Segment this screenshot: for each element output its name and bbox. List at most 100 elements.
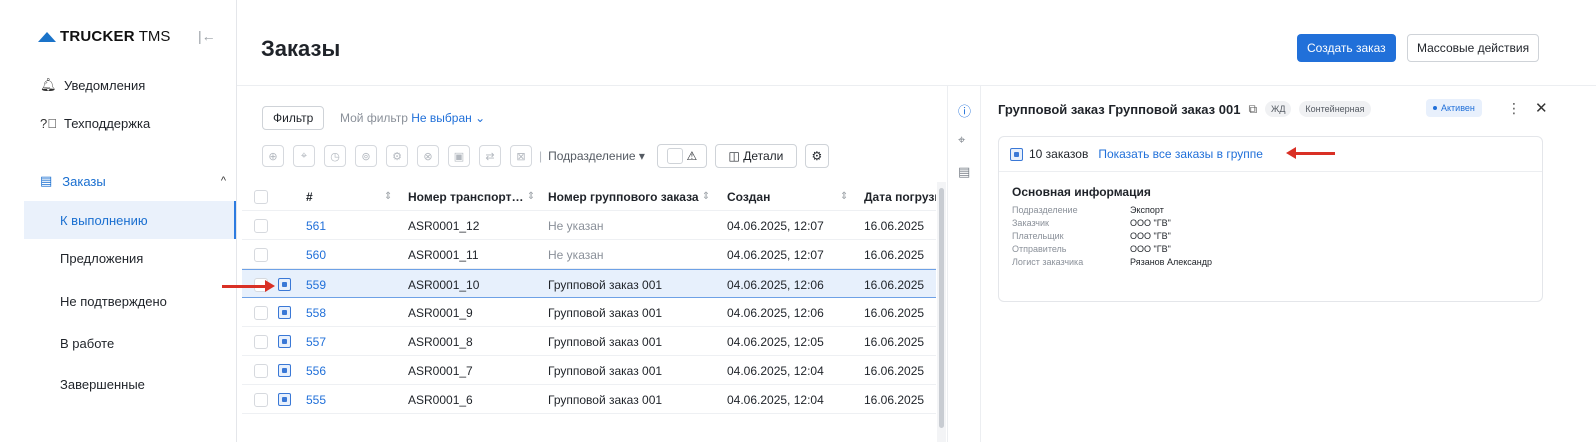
row-checkbox[interactable] bbox=[254, 334, 268, 349]
logo: TRUCKER TMS bbox=[38, 28, 170, 45]
group-order-icon bbox=[278, 306, 291, 319]
target-icon[interactable]: ⊕ bbox=[262, 145, 284, 167]
logo-mark-icon bbox=[38, 31, 56, 42]
row-checkbox[interactable] bbox=[254, 363, 268, 378]
created-date: 04.06.2025, 12:04 bbox=[727, 392, 824, 407]
row-checkbox[interactable] bbox=[254, 218, 268, 233]
column-header-label: Номер транспорт… bbox=[408, 189, 524, 204]
show-all-orders-link[interactable]: Показать все заказы в группе bbox=[1098, 147, 1263, 161]
filter-button[interactable]: Фильтр bbox=[262, 106, 325, 130]
status-badge: Активен bbox=[1426, 99, 1482, 117]
table-row[interactable]: 557 ASR0001_8 Групповой заказ 001 04.06.202… bbox=[242, 327, 936, 356]
row-checkbox[interactable] bbox=[254, 392, 268, 407]
order-number-link[interactable]: 560 bbox=[306, 240, 326, 269]
ruler-icon[interactable]: ⌖ bbox=[958, 132, 965, 148]
row-checkbox[interactable] bbox=[254, 305, 268, 320]
load-date: 16.06.2025 bbox=[864, 218, 925, 233]
select-all-checkbox[interactable] bbox=[254, 189, 268, 204]
division-dropdown[interactable]: Подразделение ▾ bbox=[548, 149, 645, 163]
created-date: 04.06.2025, 12:04 bbox=[727, 363, 824, 378]
ruler-icon[interactable]: ⌖ bbox=[293, 145, 315, 167]
create-order-button[interactable]: Создать заказ bbox=[1297, 34, 1396, 62]
columns-icon: ◫ bbox=[728, 149, 740, 163]
cancel-icon[interactable]: ⊗ bbox=[417, 145, 439, 167]
table-toolbar: ⊕ ⌖ ◷ ⊚ ⚙ ⊗ ▣ ⇄ ⊠ | Подразделение ▾ ⚠ ◫ … bbox=[262, 144, 837, 168]
table-row[interactable]: 560 ASR0001_11 Не указан 04.06.2025, 12:07 1… bbox=[242, 240, 936, 269]
column-header-number[interactable]: # bbox=[306, 182, 396, 211]
sidebar-item-offers[interactable]: Предложения bbox=[24, 239, 236, 277]
sidebar-item-todo[interactable]: К выполнению bbox=[24, 201, 236, 239]
info-row: Подразделение Экспорт bbox=[1012, 205, 1164, 215]
info-value: ООО "ГВ" bbox=[1130, 218, 1171, 228]
my-filter-label: Мой фильтр bbox=[340, 111, 408, 125]
more-icon[interactable]: ⋮ bbox=[1507, 100, 1521, 117]
table-row[interactable]: 556 ASR0001_7 Групповой заказ 001 04.06.202… bbox=[242, 356, 936, 385]
warning-checkbox[interactable] bbox=[666, 148, 683, 164]
info-key: Подразделение bbox=[1012, 205, 1078, 215]
sidebar-group-orders[interactable]: ▤ Заказы ^ bbox=[40, 173, 226, 189]
column-header-group[interactable]: Номер группового заказа ⇕ bbox=[548, 182, 720, 211]
swap-icon[interactable]: ⇄ bbox=[479, 145, 501, 167]
settings-cog-icon[interactable]: ⚙ bbox=[386, 145, 408, 167]
created-date: 04.06.2025, 12:05 bbox=[727, 334, 824, 349]
document-icon[interactable]: ▤ bbox=[958, 164, 970, 180]
order-number-link[interactable]: 559 bbox=[306, 270, 326, 299]
group-order-icon bbox=[278, 335, 291, 348]
chevron-down-icon: ⌄ bbox=[475, 111, 486, 125]
table-settings-icon[interactable]: ⚙ bbox=[804, 144, 829, 168]
sidebar-divider bbox=[236, 0, 237, 442]
my-filter[interactable]: Мой фильтр Не выбран ⌄ bbox=[340, 111, 485, 125]
no-image-icon[interactable]: ⊠ bbox=[510, 145, 532, 167]
annotation-arrow-link bbox=[1286, 147, 1335, 159]
sidebar-item-completed[interactable]: Завершенные bbox=[24, 365, 236, 403]
column-header-load-date[interactable]: Дата погрузк bbox=[864, 182, 936, 211]
sidebar-item-label: К выполнению bbox=[60, 212, 148, 228]
orders-table: # ⇕ Номер транспорт… ⇕ Номер группового … bbox=[242, 182, 936, 442]
load-date: 16.06.2025 bbox=[864, 247, 925, 262]
info-value: Экспорт bbox=[1130, 205, 1164, 215]
copy-icon[interactable]: ⧉ bbox=[1248, 102, 1257, 117]
row-checkbox[interactable] bbox=[254, 247, 268, 262]
column-header-label: Дата погрузк bbox=[864, 189, 936, 204]
table-header-row: # ⇕ Номер транспорт… ⇕ Номер группового … bbox=[242, 182, 936, 211]
info-row: Заказчик ООО "ГВ" bbox=[1012, 218, 1171, 228]
help-icon: ?⃝ bbox=[40, 116, 57, 131]
order-number-link[interactable]: 555 bbox=[306, 385, 326, 414]
order-number-link[interactable]: 556 bbox=[306, 356, 326, 385]
column-header-transport[interactable]: Номер транспорт… ⇕ bbox=[408, 182, 538, 211]
order-number-link[interactable]: 557 bbox=[306, 327, 326, 356]
timer-icon[interactable]: ◷ bbox=[324, 145, 346, 167]
table-row[interactable]: 558 ASR0001_9 Групповой заказ 001 04.06.202… bbox=[242, 298, 936, 327]
info-key: Отправитель bbox=[1012, 244, 1067, 254]
sidebar-item-in-progress[interactable]: В работе bbox=[24, 324, 236, 362]
sidebar-item-support[interactable]: ?⃝ Техподдержка bbox=[40, 116, 150, 131]
bulk-actions-button[interactable]: Массовые действия bbox=[1407, 34, 1540, 62]
table-row[interactable]: 559 ASR0001_10 Групповой заказ 001 04.06.20… bbox=[242, 269, 936, 298]
app-root: TRUCKER TMS |← 🔔︎ Уведомления ?⃝ Техподд… bbox=[0, 0, 1596, 442]
collapse-sidebar-icon[interactable]: |← bbox=[198, 28, 216, 44]
info-value: Рязанов Александр bbox=[1130, 257, 1212, 267]
table-row[interactable]: 555 ASR0001_6 Групповой заказ 001 04.06.202… bbox=[242, 385, 936, 414]
info-key: Плательщик bbox=[1012, 231, 1064, 241]
order-number-link[interactable]: 558 bbox=[306, 298, 326, 327]
sidebar-item-unconfirmed[interactable]: Не подтверждено bbox=[24, 282, 236, 320]
group-order-number: Не указан bbox=[548, 247, 604, 262]
details-button[interactable]: ◫ Детали bbox=[714, 144, 797, 168]
warning-toggle[interactable]: ⚠ bbox=[656, 144, 707, 168]
order-number-link[interactable]: 561 bbox=[306, 211, 326, 240]
group-icon[interactable]: ▣ bbox=[448, 145, 470, 167]
group-order-icon bbox=[1010, 147, 1023, 161]
sidebar-item-label: Уведомления bbox=[64, 77, 146, 93]
column-header-created[interactable]: Создан bbox=[727, 182, 847, 211]
sort-icon[interactable]: ⇕ bbox=[840, 182, 848, 211]
info-icon[interactable]: ⓘ bbox=[958, 101, 971, 120]
page-title: Заказы bbox=[261, 36, 341, 61]
sort-icon[interactable]: ⇕ bbox=[384, 182, 392, 211]
tag-container: Контейнерная bbox=[1299, 101, 1371, 117]
zoom-icon[interactable]: ⊚ bbox=[355, 145, 377, 167]
close-icon[interactable]: ✕ bbox=[1535, 99, 1548, 117]
logo-brand-suffix: TMS bbox=[138, 28, 171, 45]
table-row[interactable]: 561 ASR0001_12 Не указан 04.06.2025, 12:07 1… bbox=[242, 211, 936, 240]
sidebar-item-notifications[interactable]: 🔔︎ Уведомления bbox=[40, 77, 145, 93]
table-scrollbar-thumb[interactable] bbox=[939, 188, 944, 428]
